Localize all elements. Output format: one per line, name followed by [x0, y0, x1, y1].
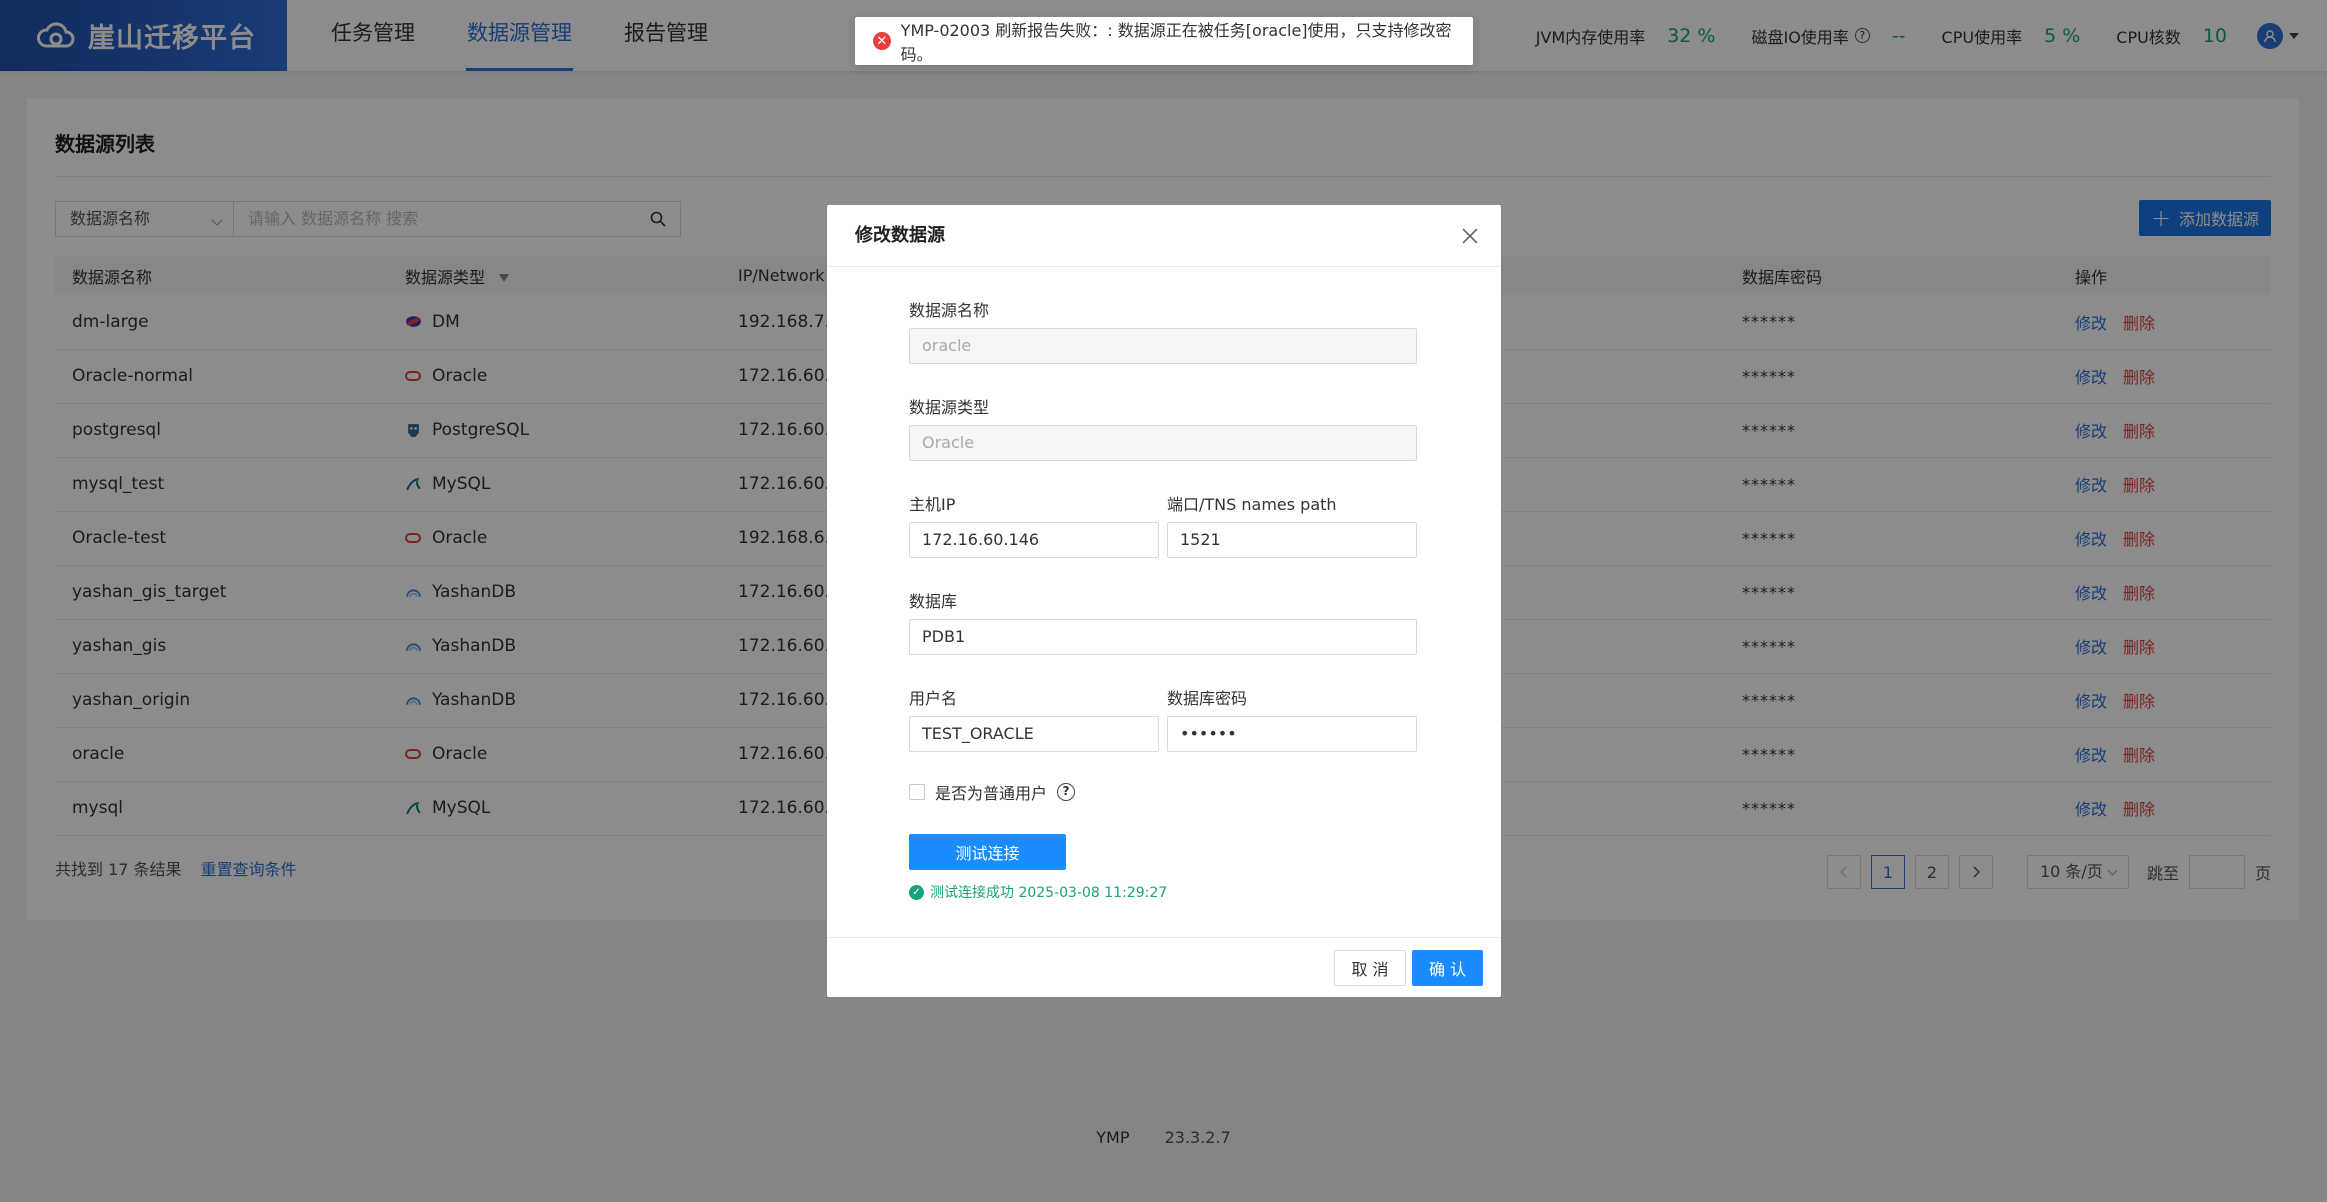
username-label: 用户名 — [909, 689, 958, 708]
dialog-header: 修改数据源 — [827, 205, 1501, 267]
toast-message: YMP-02003 刷新报告失败：: 数据源正在被任务[oracle]使用，只支… — [900, 21, 1452, 64]
type-group: 数据源类型 Oracle — [909, 394, 1417, 461]
normal-user-checkbox[interactable] — [909, 784, 925, 800]
dialog-footer: 取 消 确 认 — [827, 937, 1501, 997]
close-icon[interactable] — [1459, 225, 1481, 247]
name-field: oracle — [909, 328, 1417, 364]
database-field[interactable]: PDB1 — [909, 619, 1417, 655]
credentials-group: 用户名 TEST_ORACLE 数据库密码 •••••• — [909, 685, 1417, 752]
host-port-group: 主机IP 172.16.60.146 端口/TNS names path 152… — [909, 491, 1417, 558]
check-circle-icon: ✓ — [909, 884, 924, 900]
password-group: 数据库密码 •••••• — [1167, 685, 1417, 752]
name-label: 数据源名称 — [909, 301, 990, 320]
test-result: ✓ 测试连接成功 2025-03-08 11:29:27 — [909, 882, 1417, 902]
port-field[interactable]: 1521 — [1167, 522, 1417, 558]
database-label: 数据库 — [909, 592, 958, 611]
password-label: 数据库密码 — [1167, 689, 1248, 708]
host-label: 主机IP — [909, 495, 956, 514]
error-icon: ✕ — [873, 32, 891, 50]
test-result-text: 测试连接成功 2025-03-08 11:29:27 — [930, 885, 1168, 901]
test-connection-button[interactable]: 测试连接 — [909, 834, 1066, 870]
database-group: 数据库 PDB1 — [909, 588, 1417, 655]
normal-user-row: 是否为普通用户 ? — [909, 780, 1417, 804]
edit-datasource-dialog: 修改数据源 数据源名称 oracle 数据源类型 Oracle 主机IP 172… — [827, 205, 1501, 997]
datasource-form: 数据源名称 oracle 数据源类型 Oracle 主机IP 172.16.60… — [909, 297, 1417, 902]
dialog-title: 修改数据源 — [855, 225, 945, 246]
name-group: 数据源名称 oracle — [909, 297, 1417, 364]
type-field: Oracle — [909, 425, 1417, 461]
host-ip-field[interactable]: 172.16.60.146 — [909, 522, 1159, 558]
port-group: 端口/TNS names path 1521 — [1167, 491, 1417, 558]
type-label: 数据源类型 — [909, 398, 990, 417]
username-field[interactable]: TEST_ORACLE — [909, 716, 1159, 752]
host-group: 主机IP 172.16.60.146 — [909, 491, 1159, 558]
error-toast: ✕ YMP-02003 刷新报告失败：: 数据源正在被任务[oracle]使用，… — [855, 17, 1473, 65]
normal-user-label: 是否为普通用户 — [935, 784, 1048, 803]
help-icon[interactable]: ? — [1057, 783, 1076, 801]
user-group: 用户名 TEST_ORACLE — [909, 685, 1159, 752]
port-label: 端口/TNS names path — [1167, 495, 1337, 514]
password-field[interactable]: •••••• — [1167, 716, 1417, 752]
confirm-button[interactable]: 确 认 — [1412, 950, 1483, 986]
cancel-button[interactable]: 取 消 — [1334, 950, 1406, 986]
